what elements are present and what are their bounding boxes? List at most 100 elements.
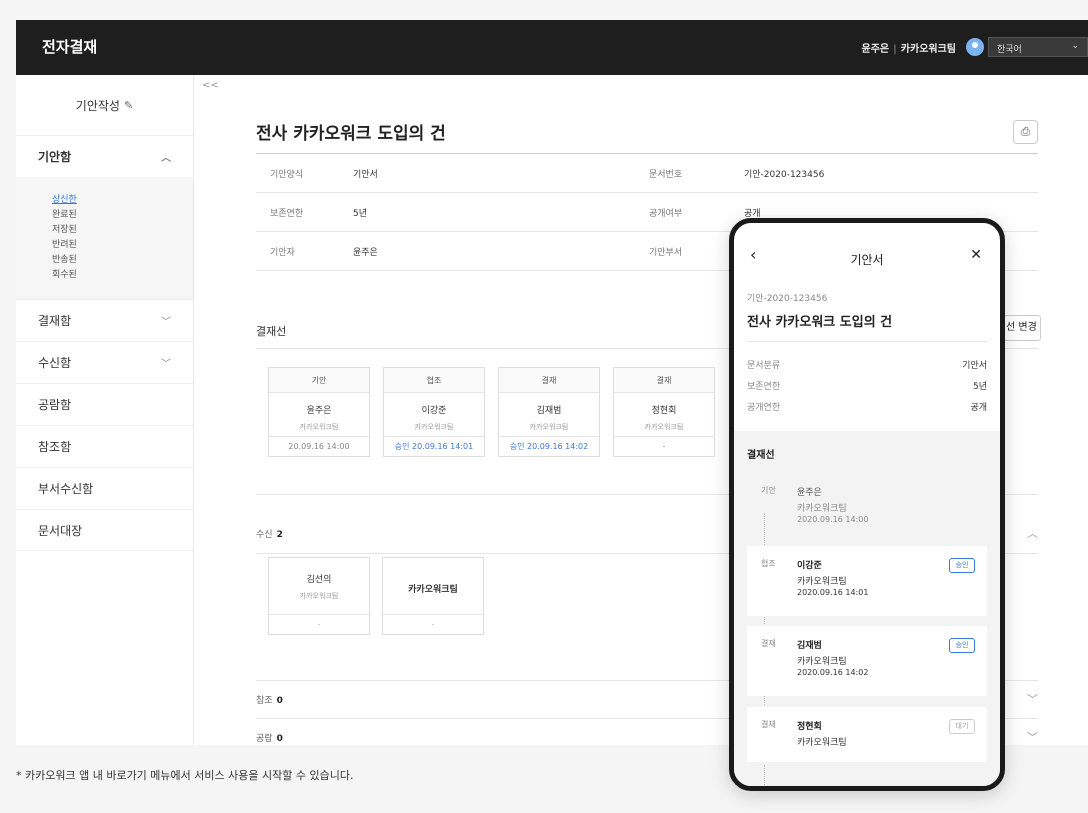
timeline-connector: [764, 765, 765, 786]
meta-row: 보존연한 5년: [747, 379, 987, 400]
info-key: 기안자: [270, 247, 295, 258]
mobile-doc-number: 기안-2020-123456: [747, 294, 828, 304]
sidebar-item-label: 참조함: [38, 440, 72, 454]
reference-section[interactable]: 참조 0: [256, 693, 283, 706]
approver-name: 정현회: [651, 406, 677, 416]
approver-team: 카카오워크팀: [414, 423, 454, 431]
meta-value: 5년: [972, 382, 987, 392]
user-name: 윤주은: [861, 44, 890, 55]
sidebar-item-registry[interactable]: 문서대장: [16, 509, 193, 551]
step-team: 카카오워크팀: [797, 657, 847, 667]
document-title: 전사 카카오워크 도입의 건: [256, 124, 446, 144]
compose-button[interactable]: 기안작성 ✎: [16, 75, 193, 135]
sidebar: 기안작성 ✎ 기안함 ︿ 상신한 완료된 저장된 반려된 반송된 회수된 결재함…: [16, 75, 194, 745]
user-info[interactable]: 윤주은 | 카카오워크팀: [862, 40, 956, 55]
language-select[interactable]: 한국어 ⌄: [988, 37, 1088, 57]
chevron-down-icon: ﹀: [161, 317, 171, 328]
sidebar-item-label: 수신함: [38, 356, 72, 370]
share-section[interactable]: 공람 0: [256, 731, 283, 744]
approver-date: -: [614, 436, 714, 456]
status-badge: 대기: [949, 719, 975, 734]
avatar[interactable]: [966, 38, 984, 56]
collapse-sidebar-button[interactable]: <<: [202, 80, 219, 91]
receiver-status: -: [383, 614, 483, 634]
sidebar-item-share[interactable]: 공람함: [16, 383, 193, 425]
chevron-down-icon[interactable]: ﹀: [1027, 691, 1038, 707]
receiver-name: 카카오워크팀: [408, 585, 458, 595]
chevron-down-icon: ⌄: [1071, 41, 1079, 51]
receiver-team: 카카오워크팀: [299, 592, 339, 600]
info-value: 기안서: [353, 169, 378, 180]
info-value: 윤주은: [353, 247, 378, 258]
info-value: 공개: [744, 208, 761, 219]
approver-role: 협조: [384, 368, 484, 393]
sidebar-item-label: 공람함: [38, 398, 72, 412]
share-label: 공람: [256, 734, 273, 744]
sidebar-item-label: 기안함: [38, 150, 72, 164]
mobile-line-title: 결재선: [747, 450, 775, 461]
mobile-step: 협조 이강준 카카오워크팀 2020.09.16 14:01 승인: [747, 546, 987, 616]
chevron-down-icon[interactable]: ﹀: [1027, 729, 1038, 745]
approver-name: 김재범: [536, 406, 562, 416]
pencil-icon: ✎: [123, 98, 134, 112]
approval-cards: 기안 윤주은 카카오워크팀 20.09.16 14:00 협조 이강준 카카오워…: [268, 367, 715, 457]
submenu-item-rejected[interactable]: 반려된: [52, 238, 193, 253]
step-team: 카카오워크팀: [797, 577, 847, 587]
status-badge: 승인: [949, 638, 975, 653]
meta-key: 보존연한: [747, 382, 781, 392]
submenu-item-submitted[interactable]: 상신한: [52, 193, 193, 208]
mobile-doc-title: 전사 카카오워크 도입의 건: [747, 315, 893, 330]
approver-role: 결재: [499, 368, 599, 393]
receiver-status: -: [269, 614, 369, 634]
approver-card: 결재 김재범 카카오워크팀 승인 20.09.16 14:02: [498, 367, 600, 457]
draft-submenu: 상신한 완료된 저장된 반려된 반송된 회수된: [16, 177, 193, 299]
mobile-step: 기안 윤주은 카카오워크팀 2020.09.16 14:00: [747, 473, 987, 543]
divider: [747, 341, 987, 342]
mobile-title: 기안서: [850, 253, 884, 267]
status-badge: 승인: [949, 558, 975, 573]
receiver-card: 김선의 카카오워크팀 -: [268, 557, 370, 635]
approver-role: 결재: [614, 368, 714, 393]
approver-card: 결재 정현회 카카오워크팀 -: [613, 367, 715, 457]
sidebar-item-inbox[interactable]: 수신함 ﹀: [16, 341, 193, 383]
step-team: 카카오워크팀: [797, 504, 847, 514]
approver-name: 이강준: [421, 406, 447, 416]
footnote: * 카카오워크 앱 내 바로가기 메뉴에서 서비스 사용을 시작할 수 있습니다…: [16, 769, 354, 782]
step-role: 기안: [761, 486, 776, 495]
info-value: 5년: [353, 208, 368, 219]
sidebar-item-draft[interactable]: 기안함 ︿: [16, 135, 193, 177]
step-name: 정현회: [797, 722, 822, 732]
close-icon[interactable]: ✕: [970, 247, 982, 263]
language-value: 한국어: [997, 45, 1022, 55]
approver-card: 협조 이강준 카카오워크팀 승인 20.09.16 14:01: [383, 367, 485, 457]
compose-label: 기안작성: [75, 98, 120, 113]
step-name: 이강준: [797, 561, 822, 571]
submenu-item-withdrawn[interactable]: 회수된: [52, 268, 193, 283]
reference-label: 참조: [256, 696, 273, 706]
print-button[interactable]: ⎙: [1013, 120, 1038, 144]
sidebar-item-dept-inbox[interactable]: 부서수신함: [16, 467, 193, 509]
meta-key: 문서분류: [747, 361, 781, 371]
approval-line-title: 결재선: [256, 325, 287, 338]
meta-row: 문서분류 기안서: [747, 358, 987, 379]
mobile-step: 결재 김재범 카카오워크팀 2020.09.16 14:02 승인: [747, 626, 987, 696]
approver-role: 기안: [269, 368, 369, 393]
submenu-item-returned[interactable]: 반송된: [52, 253, 193, 268]
share-count: 0: [276, 734, 283, 744]
receivers-count: 2: [276, 530, 283, 540]
chevron-up-icon[interactable]: ︿: [1027, 525, 1038, 541]
sidebar-item-approval[interactable]: 결재함 ﹀: [16, 299, 193, 341]
receiver-name: 김선의: [306, 575, 332, 585]
submenu-item-completed[interactable]: 완료된: [52, 208, 193, 223]
approver-card: 기안 윤주은 카카오워크팀 20.09.16 14:00: [268, 367, 370, 457]
info-row: 기안양식 기안서 문서번호 기안-2020-123456: [256, 154, 1038, 193]
step-date: 2020.09.16 14:02: [797, 668, 869, 677]
approver-team: 카카오워크팀: [299, 423, 339, 431]
change-line-button[interactable]: 선 변경: [1001, 315, 1041, 341]
sidebar-item-reference[interactable]: 참조함: [16, 425, 193, 467]
receivers-section[interactable]: 수신 2: [256, 527, 283, 540]
submenu-item-saved[interactable]: 저장된: [52, 223, 193, 238]
sidebar-item-label: 결재함: [38, 314, 72, 328]
receiver-cards: 김선의 카카오워크팀 - 카카오워크팀 -: [268, 557, 484, 635]
meta-row: 공개연한 공개: [747, 400, 987, 421]
